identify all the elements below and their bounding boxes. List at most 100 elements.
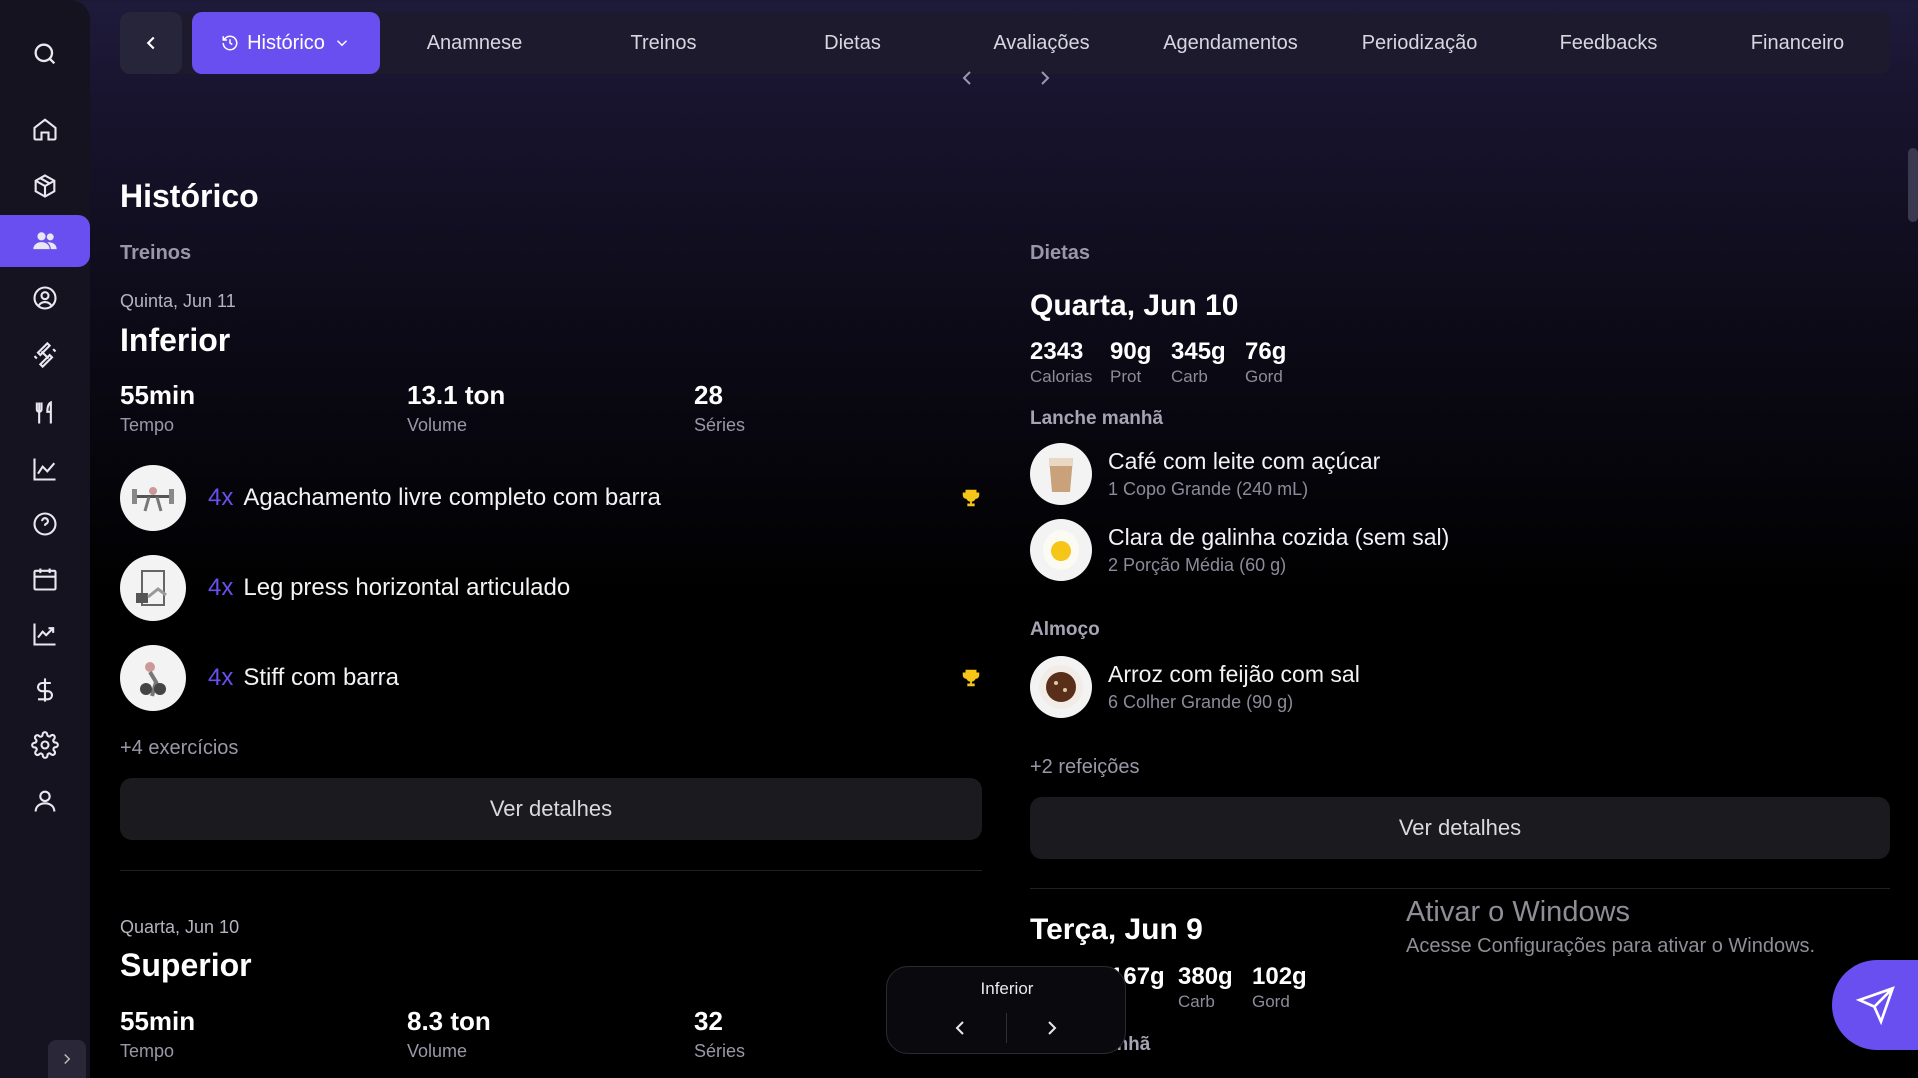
chevron-left-icon [955,1021,964,1035]
watermark-title: Ativar o Windows [1406,896,1631,928]
home-icon[interactable] [22,106,68,152]
stat-volume: 8.3 ton Volume [407,1006,491,1062]
exercise-row[interactable]: 4x Stiff com barra [120,645,982,711]
stat-value: 13.1 ton [407,380,506,410]
tab-scroll-arrows [955,66,1057,90]
page-title: Histórico [120,178,259,214]
stat-time: 55min Tempo [120,380,195,436]
food-item[interactable]: Arroz com feijão com sal 6 Colher Grande… [1030,656,1890,718]
food-thumbnail [1030,443,1092,505]
macro-fat: 76g Gord [1245,338,1286,387]
trophy-icon [962,489,980,507]
tab-treinos[interactable]: Treinos [569,12,758,74]
food-item[interactable]: Café com leite com açúcar 1 Copo Grande … [1030,443,1890,505]
tab-avaliacoes[interactable]: Avaliações [947,12,1136,74]
user-icon[interactable] [22,778,68,824]
history-icon [222,35,238,51]
chevron-down-icon [336,40,347,47]
exercise-name: Agachamento livre completo com barra [243,484,661,511]
macro-label: Gord [1252,992,1290,1011]
macro-value: 2343 [1030,338,1084,365]
macro-label: Calorias [1030,367,1093,386]
tab-historico[interactable]: Histórico [192,12,380,74]
more-exercises-link[interactable]: +4 exercícios [120,737,238,760]
exercise-thumbnail [120,645,186,711]
users-icon[interactable] [0,215,90,267]
food-portion: 1 Copo Grande (240 mL) [1108,479,1309,499]
box-icon[interactable] [22,163,68,209]
exercise-row[interactable]: 4x Agachamento livre completo com barra [120,465,982,531]
food-name: Clara de galinha cozida (sem sal) [1108,524,1450,550]
macro-fat: 102g Gord [1252,963,1307,1012]
chevron-right-icon[interactable] [1033,66,1057,90]
back-button[interactable] [120,12,182,74]
exercise-name: Leg press horizontal articulado [243,574,571,601]
exercise-sets: 4x [208,664,234,691]
stat-sets: 32 Séries [694,1006,745,1062]
food-item[interactable]: Clara de galinha cozida (sem sal) 2 Porç… [1030,519,1890,581]
stat-sets: 28 Séries [694,380,745,436]
send-button[interactable] [1832,960,1918,1050]
workout-details-button[interactable]: Ver detalhes [120,778,982,840]
macro-value: 380g [1178,963,1233,990]
windows-activation-watermark: Ativar o Windows Acesse Configurações pa… [1406,896,1815,958]
dumbbell-icon[interactable] [22,332,68,378]
diet-date: Terça, Jun 9 [1030,913,1203,946]
meal-title: Almoço [1030,619,1100,640]
diet-date: Quarta, Jun 10 [1030,289,1239,322]
help-icon[interactable] [22,501,68,547]
diet-details-button[interactable]: Ver detalhes [1030,797,1890,859]
macro-calories: 2343 Calorias [1030,338,1092,387]
macro-label: Prot [1110,367,1142,386]
search-icon[interactable] [22,31,68,77]
stat-label: Volume [407,415,468,435]
stat-volume: 13.1 ton Volume [407,380,505,436]
divider [1030,888,1890,889]
expand-sidebar-button[interactable] [48,1040,86,1078]
exercise-row[interactable]: 4x Leg press horizontal articulado [120,555,982,621]
stat-label: Séries [694,1041,746,1061]
exercise-thumbnail [120,555,186,621]
tab-agendamentos[interactable]: Agendamentos [1136,12,1325,74]
scrollbar-thumb[interactable] [1908,148,1918,222]
stat-label: Volume [407,1041,468,1061]
workouts-label: Treinos [120,242,192,264]
settings-icon[interactable] [22,722,68,768]
sidebar [0,0,90,1078]
food-name: Arroz com feijão com sal [1108,661,1360,687]
stat-label: Séries [694,415,746,435]
stat-label: Tempo [120,415,175,435]
stat-value: 28 [694,380,723,410]
stat-label: Tempo [120,1041,175,1061]
more-meals-link[interactable]: +2 refeições [1030,756,1140,779]
chevron-right-icon [1048,1021,1057,1035]
food-name: Café com leite com açúcar [1108,448,1381,474]
divider [120,870,982,871]
macro-label: Carb [1171,367,1208,386]
stat-time: 55min Tempo [120,1006,195,1062]
exercise-sets: 4x [208,574,234,601]
watermark-subtitle: Acesse Configurações para ativar o Windo… [1406,935,1816,957]
tab-anamnese[interactable]: Anamnese [380,12,569,74]
tab-feedbacks[interactable]: Feedbacks [1514,12,1703,74]
chevron-left-icon [146,36,155,50]
tab-dietas[interactable]: Dietas [758,12,947,74]
fork-knife-icon[interactable] [22,390,68,436]
dollar-icon[interactable] [22,667,68,713]
floating-nav-label: Inferior [980,979,1034,998]
trend-chart-icon[interactable] [22,611,68,657]
next-button[interactable] [1037,1013,1067,1043]
calendar-icon[interactable] [22,556,68,602]
chevron-left-icon[interactable] [955,66,979,90]
user-circle-icon[interactable] [22,275,68,321]
floating-workout-nav: Inferior [886,966,1126,1054]
workout-date: Quinta, Jun 11 [120,291,236,311]
tab-financeiro[interactable]: Financeiro [1703,12,1892,74]
line-chart-icon[interactable] [22,446,68,492]
tab-periodizacao[interactable]: Periodização [1325,12,1514,74]
macro-label: Gord [1245,367,1283,386]
macro-value: 76g [1245,338,1287,365]
previous-button[interactable] [945,1013,975,1043]
stat-value: 32 [694,1006,723,1036]
exercise-sets: 4x [208,484,234,511]
